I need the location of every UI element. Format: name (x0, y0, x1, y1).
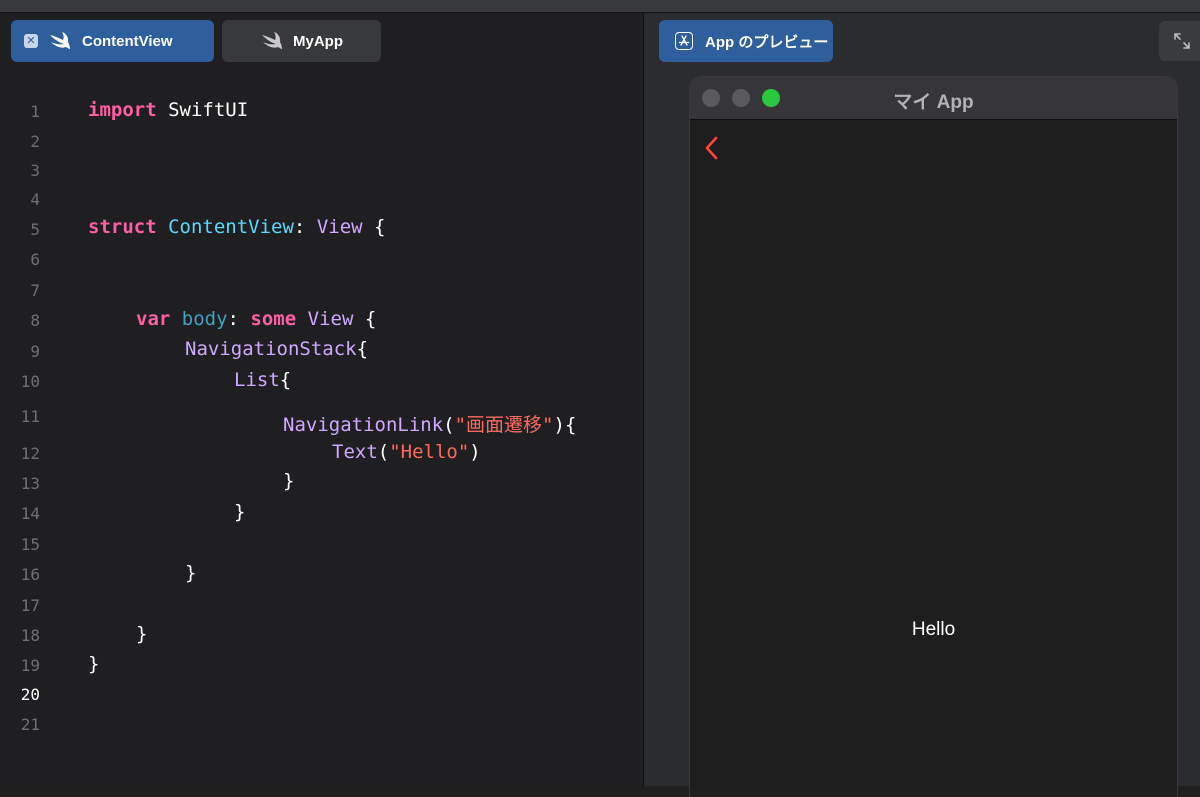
type-declaration: ContentView (156, 216, 294, 238)
top-strip (0, 0, 1200, 13)
keyword: struct (88, 216, 157, 238)
line-number: 1 (30, 102, 40, 121)
line-number: 17 (20, 596, 40, 615)
chevron-left-icon[interactable] (702, 135, 722, 161)
app-preview-label: App のプレビュー (705, 33, 829, 51)
type-name: View (316, 216, 363, 238)
type-name: NavigationStack (185, 338, 357, 360)
line-number: 16 (20, 565, 40, 584)
preview-pane: App のプレビュー マイ App Hello (643, 13, 1200, 797)
expand-button[interactable] (1159, 21, 1200, 61)
expand-icon (1174, 33, 1190, 49)
line-number: 8 (30, 311, 40, 330)
line-number-active: 20 (20, 685, 40, 704)
property-name: body (170, 308, 228, 330)
identifier: SwiftUI (156, 99, 249, 121)
punctuation: { (362, 216, 386, 238)
line-number: 13 (20, 474, 40, 493)
code-line-12[interactable]: Text("Hello") (332, 441, 481, 463)
punctuation: ) (469, 441, 481, 463)
punctuation: { (353, 308, 377, 330)
swift-icon (262, 32, 282, 49)
type-name: NavigationLink (283, 414, 444, 436)
code-line-14[interactable]: } (234, 501, 245, 523)
code-line-11[interactable]: NavigationLink("画面遷移"){ (283, 410, 576, 437)
line-number: 15 (20, 535, 40, 554)
code-line-19[interactable]: } (88, 653, 99, 675)
punctuation: : (227, 308, 251, 330)
tab-label: MyApp (293, 32, 343, 50)
line-number: 10 (20, 372, 40, 391)
code-editor[interactable]: ✕ ContentView MyApp 1 2 3 4 5 6 7 8 9 10… (0, 13, 643, 786)
line-number: 18 (20, 626, 40, 645)
window-title: マイ App (893, 92, 974, 113)
tab-contentview[interactable]: ✕ ContentView (11, 20, 214, 62)
preview-window: マイ App Hello (690, 77, 1177, 797)
app-preview-button[interactable]: App のプレビュー (659, 20, 833, 62)
code-line-5[interactable]: struct ContentView: View { (88, 216, 385, 238)
code-line-13[interactable]: } (283, 470, 294, 492)
line-number: 2 (30, 132, 40, 151)
code-line-9[interactable]: NavigationStack{ (185, 338, 368, 360)
code-line-18[interactable]: } (136, 623, 147, 645)
punctuation: ( (443, 414, 455, 436)
type-name: View (296, 308, 354, 330)
punctuation: ){ (553, 414, 577, 436)
hello-text: Hello (911, 619, 956, 640)
line-number: 7 (30, 281, 40, 300)
punctuation: { (279, 369, 292, 391)
type-name: List (234, 369, 280, 391)
tab-label: ContentView (82, 32, 173, 50)
close-tab-icon[interactable]: ✕ (24, 34, 38, 48)
line-number: 5 (30, 220, 40, 239)
line-number: 11 (20, 407, 40, 426)
string-literal: "Hello" (389, 441, 470, 463)
keyword: var (136, 308, 171, 330)
punctuation: { (356, 338, 369, 360)
line-number: 21 (20, 715, 40, 734)
line-number: 19 (20, 656, 40, 675)
string-literal: "画面遷移" (454, 414, 554, 436)
code-line-1[interactable]: import SwiftUI (88, 99, 248, 121)
line-number: 6 (30, 250, 40, 269)
line-number: 3 (30, 161, 40, 180)
window-titlebar: マイ App (690, 77, 1177, 120)
line-number: 12 (20, 444, 40, 463)
punctuation: ( (377, 441, 390, 463)
code-line-10[interactable]: List{ (234, 369, 291, 391)
app-store-icon (675, 32, 693, 50)
line-number: 14 (20, 504, 40, 523)
code-line-16[interactable]: } (185, 562, 196, 584)
swift-icon (50, 32, 70, 49)
type-name: Text (332, 441, 378, 463)
punctuation: : (293, 216, 317, 238)
tab-myapp[interactable]: MyApp (222, 20, 381, 62)
keyword: some (250, 308, 297, 330)
keyword: import (88, 99, 157, 121)
line-number: 9 (30, 342, 40, 361)
code-line-8[interactable]: var body: some View { (136, 308, 376, 330)
line-number: 4 (30, 190, 40, 209)
